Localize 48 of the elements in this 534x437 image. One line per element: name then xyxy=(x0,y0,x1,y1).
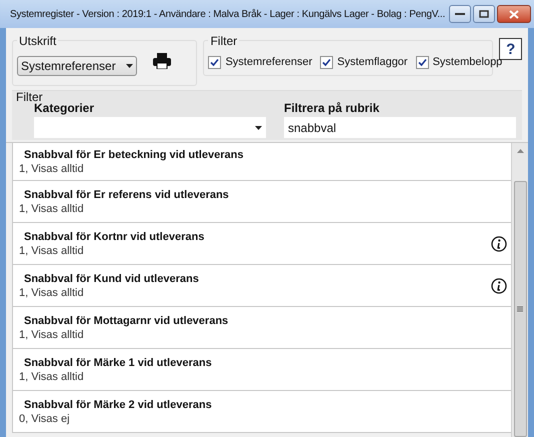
row-title: Snabbval för Er referens vid utleverans xyxy=(24,188,230,202)
minimize-button[interactable] xyxy=(449,5,472,23)
checkbox-label: Systemflaggor xyxy=(337,54,408,70)
row-title: Snabbval för Er beteckning vid utleverans xyxy=(24,148,244,162)
row-value: 1, Visas alltid xyxy=(19,328,85,342)
row-value: 1, Visas alltid xyxy=(19,202,85,216)
checkbox[interactable] xyxy=(320,56,334,68)
checkbox[interactable] xyxy=(208,56,222,68)
scroll-thumb[interactable] xyxy=(514,181,526,437)
row-title: Snabbval för Mottagarnr vid utleverans xyxy=(24,314,230,328)
heading-filter-field[interactable]: snabbval xyxy=(284,117,516,138)
maximize-button[interactable] xyxy=(473,5,496,23)
window-title: Systemregister - Version : 2019:1 - Användare : Malva Bråk - Lager : Kungälvs Lager - Bolag : PengV... xyxy=(10,8,446,22)
row-value: 1, Visas alltid xyxy=(19,370,85,384)
row-value: 1, Visas alltid xyxy=(19,244,85,258)
checkbox[interactable] xyxy=(416,56,429,68)
close-button[interactable] xyxy=(497,5,532,23)
dropdown-arrow-icon xyxy=(126,64,133,68)
list-row[interactable]: Snabbval för Mottagarnr vid utleverans 1, Visas alltid xyxy=(12,307,511,349)
list-row[interactable]: Snabbval för Kund vid utleverans 1, Visas alltid xyxy=(12,265,511,307)
list-row[interactable]: Snabbval för Kortnr vid utleverans 1, Visas alltid xyxy=(12,223,511,265)
row-value: 0, Visas ej xyxy=(19,412,71,426)
scroll-up-arrow-icon[interactable] xyxy=(516,149,524,153)
info-icon[interactable] xyxy=(491,278,507,294)
field-label: Kategorier xyxy=(34,101,96,117)
row-title: Snabbval för Kund vid utleverans xyxy=(24,272,200,286)
row-title: Snabbval för Kortnr vid utleverans xyxy=(24,230,206,244)
info-icon[interactable] xyxy=(491,236,507,252)
close-icon xyxy=(509,10,520,18)
help-button[interactable]: ? xyxy=(499,38,522,60)
list-row[interactable]: Snabbval för Märke 2 vid utleverans 0, Visas ej xyxy=(12,391,511,433)
row-value: 1, Visas alltid xyxy=(19,162,85,176)
checkbox-label: Systemreferenser xyxy=(225,54,312,70)
maximize-icon xyxy=(479,10,490,18)
list-row[interactable]: Snabbval för Er referens vid utleverans 1, Visas alltid xyxy=(12,181,511,223)
group-label: Filter xyxy=(16,89,43,104)
minimize-icon xyxy=(455,12,466,16)
row-title: Snabbval för Märke 1 vid utleverans xyxy=(24,356,213,370)
row-value: 1, Visas alltid xyxy=(19,286,85,300)
scrollbar[interactable] xyxy=(511,143,528,437)
list-row[interactable]: Snabbval för Er beteckning vid utleverans 1, Visas alltid xyxy=(12,143,511,181)
list-row[interactable]: Snabbval för Märke 1 vid utleverans 1, Visas alltid xyxy=(12,349,511,391)
printer-icon[interactable] xyxy=(153,53,171,69)
dropdown-arrow-icon xyxy=(255,126,262,130)
grip-icon xyxy=(517,306,523,312)
field-label: Filtrera på rubrik xyxy=(284,100,380,117)
row-title: Snabbval för Märke 2 vid utleverans xyxy=(24,398,213,412)
print-type-select[interactable]: Systemreferenser xyxy=(17,56,137,76)
